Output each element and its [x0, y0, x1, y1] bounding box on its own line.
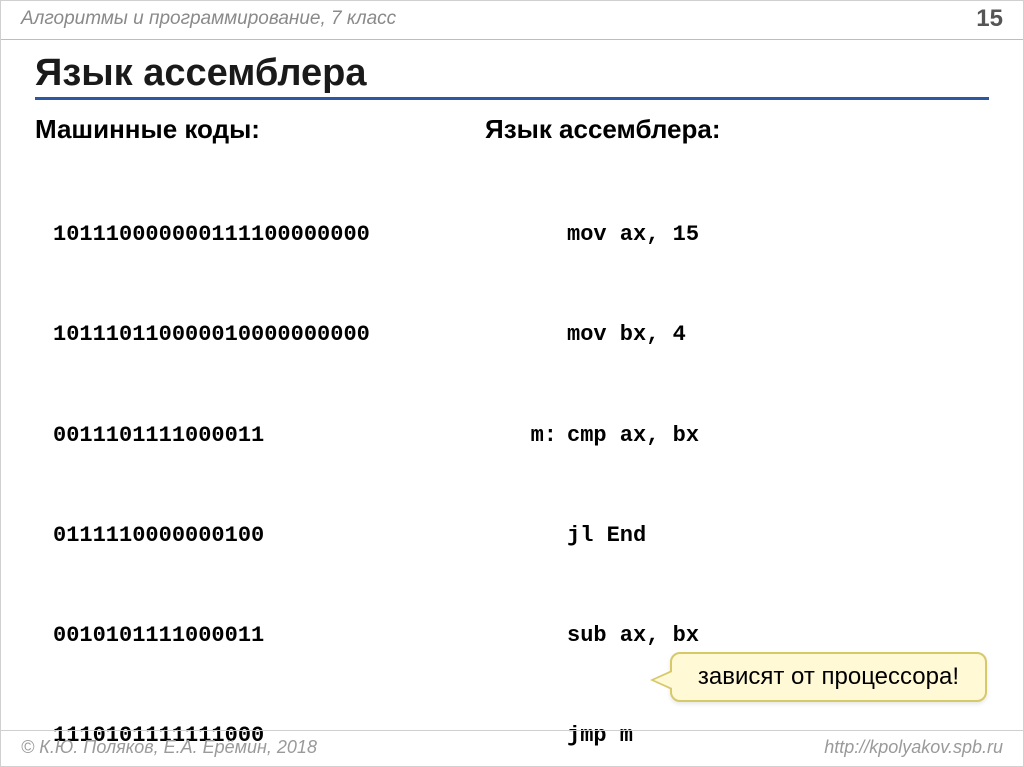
header-subject: Алгоритмы и программирование, 7 класс [21, 8, 396, 30]
header-bar: Алгоритмы и программирование, 7 класс 15 [1, 1, 1023, 40]
footer: © К.Ю. Поляков, Е.А. Ерёмин, 2018 http:/… [1, 730, 1023, 766]
code-line: 101110000000111100000000 [53, 218, 475, 251]
slide-title: Язык ассемблера [35, 52, 989, 100]
asm-label [485, 619, 567, 652]
asm-line: m:cmp ax, bx [485, 419, 955, 452]
code-line: 0011101111000011 [53, 419, 475, 452]
machine-code-heading: Машинные коды: [35, 114, 475, 145]
column-machine-code: Машинные коды: 101110000000111100000000 … [35, 114, 475, 767]
code-line: 0010101111000011 [53, 619, 475, 652]
code-line: 101110110000010000000000 [53, 318, 475, 351]
slide: Алгоритмы и программирование, 7 класс 15… [0, 0, 1024, 767]
assembly-heading: Язык ассемблера: [485, 114, 955, 145]
asm-line: sub ax, bx [485, 619, 955, 652]
asm-line: jl End [485, 519, 955, 552]
machine-code-listing: 101110000000111100000000 101110110000010… [35, 151, 475, 767]
asm-code: mov ax, 15 [567, 218, 699, 251]
asm-line: mov ax, 15 [485, 218, 955, 251]
asm-label: m: [485, 419, 567, 452]
asm-code: cmp ax, bx [567, 419, 699, 452]
asm-code: sub ax, bx [567, 619, 699, 652]
code-line: 0111110000000100 [53, 519, 475, 552]
callout-bubble: зависят от процессора! [670, 652, 987, 702]
asm-label [485, 318, 567, 351]
footer-url: http://kpolyakov.spb.ru [824, 737, 1003, 758]
footer-copyright: © К.Ю. Поляков, Е.А. Ерёмин, 2018 [21, 737, 317, 758]
page-number: 15 [976, 5, 1003, 33]
asm-code: mov bx, 4 [567, 318, 686, 351]
asm-code: jl End [567, 519, 646, 552]
asm-label [485, 519, 567, 552]
asm-line: mov bx, 4 [485, 318, 955, 351]
asm-label [485, 218, 567, 251]
